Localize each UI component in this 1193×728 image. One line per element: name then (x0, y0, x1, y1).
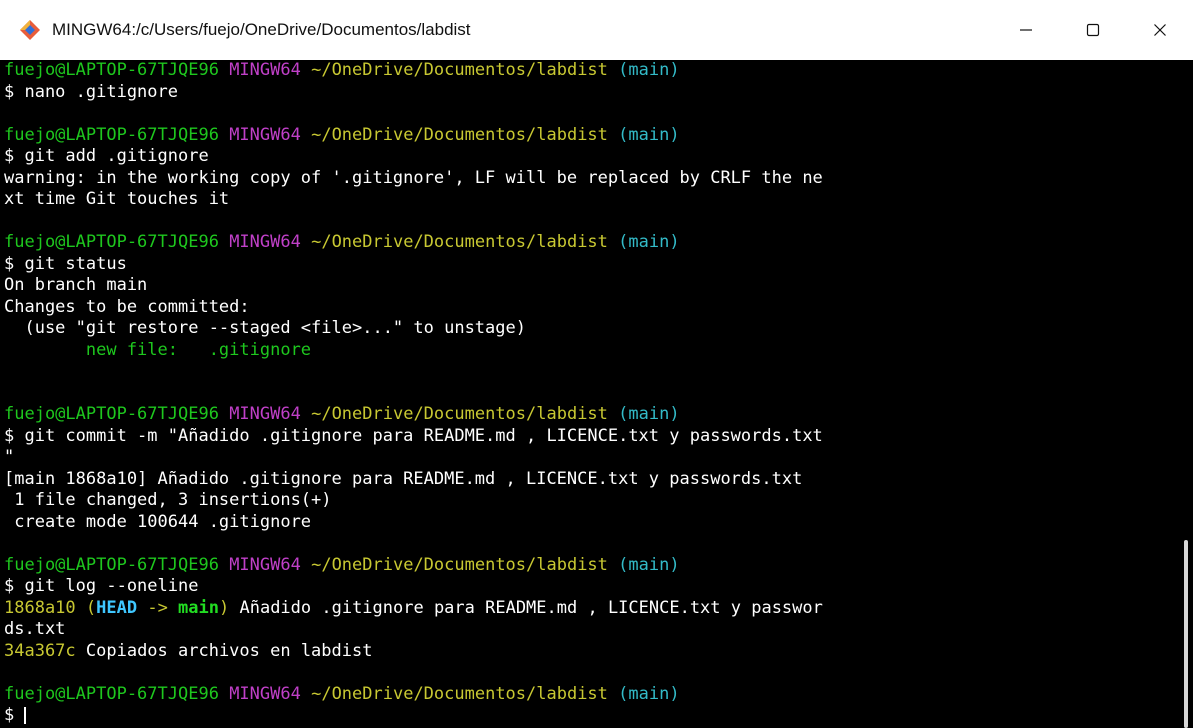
minimize-button[interactable] (992, 0, 1059, 60)
staged-file-line: new file: .gitignore (4, 339, 312, 360)
command-line: $ git status (4, 253, 127, 274)
output-line: warning: in the working copy of '.gitign… (4, 167, 823, 188)
window-title: MINGW64:/c/Users/fuejo/OneDrive/Document… (52, 20, 471, 39)
output-line: (use "git restore --staged <file>..." to… (4, 318, 526, 338)
maximize-button[interactable] (1059, 0, 1126, 60)
output-line: create mode 100644 .gitignore (4, 511, 312, 532)
command-continuation: " (4, 447, 15, 467)
text-cursor (24, 706, 27, 724)
output-line: On branch main (4, 275, 148, 295)
maximize-icon (1086, 23, 1099, 37)
command-line: $ git add .gitignore (4, 146, 209, 166)
log-entry: 1868a10 (HEAD -> main) Añadido .gitignor… (4, 597, 823, 618)
prompt-line: fuejo@LAPTOP-67TJQE96 MINGW64 ~/OneDrive… (4, 554, 680, 575)
output-line: Changes to be committed: (4, 296, 250, 317)
branch-ref: main (178, 597, 219, 618)
prompt-line: fuejo@LAPTOP-67TJQE96 MINGW64 ~/OneDrive… (4, 683, 680, 704)
prompt-line: fuejo@LAPTOP-67TJQE96 MINGW64 ~/OneDrive… (4, 60, 680, 80)
command-line: $ git log --oneline (4, 576, 199, 596)
output-line: 1 file changed, 3 insertions(+) (4, 490, 332, 510)
prompt-line: fuejo@LAPTOP-67TJQE96 MINGW64 ~/OneDrive… (4, 404, 680, 424)
close-button[interactable] (1126, 0, 1193, 60)
scrollbar-thumb[interactable] (1184, 540, 1188, 728)
input-line[interactable]: $ (4, 705, 1184, 727)
scrollbar[interactable] (1181, 60, 1190, 728)
terminal-output[interactable]: fuejo@LAPTOP-67TJQE96 MINGW64 ~/OneDrive… (0, 60, 1184, 728)
output-line: xt time Git touches it (4, 189, 230, 209)
output-line: [main 1868a10] Añadido .gitignore para R… (4, 468, 803, 489)
title-bar[interactable]: MINGW64:/c/Users/fuejo/OneDrive/Document… (0, 0, 1193, 60)
head-ref: HEAD (96, 597, 138, 618)
close-icon (1153, 24, 1166, 36)
git-bash-icon (18, 18, 42, 42)
command-line: $ nano .gitignore (4, 81, 178, 102)
commit-message: Añadido .gitignore para README.md , LICE… (229, 597, 823, 618)
commit-hash: 1868a10 (4, 597, 76, 618)
log-entry: 34a367c Copiados archivos en labdist (4, 641, 1184, 663)
prompt-symbol: $ (4, 705, 25, 725)
terminal-window: MINGW64:/c/Users/fuejo/OneDrive/Document… (0, 0, 1193, 728)
prompt-line: fuejo@LAPTOP-67TJQE96 MINGW64 ~/OneDrive… (4, 124, 680, 145)
prompt-line: fuejo@LAPTOP-67TJQE96 MINGW64 ~/OneDrive… (4, 232, 680, 252)
command-line: $ git commit -m "Añadido .gitignore para… (4, 425, 823, 446)
commit-hash: 34a367c (4, 640, 76, 661)
log-entry-continuation: ds.txt (4, 619, 66, 639)
commit-message: Copiados archivos en labdist (75, 640, 373, 661)
window-controls (992, 0, 1193, 60)
minimize-icon (1019, 29, 1032, 31)
